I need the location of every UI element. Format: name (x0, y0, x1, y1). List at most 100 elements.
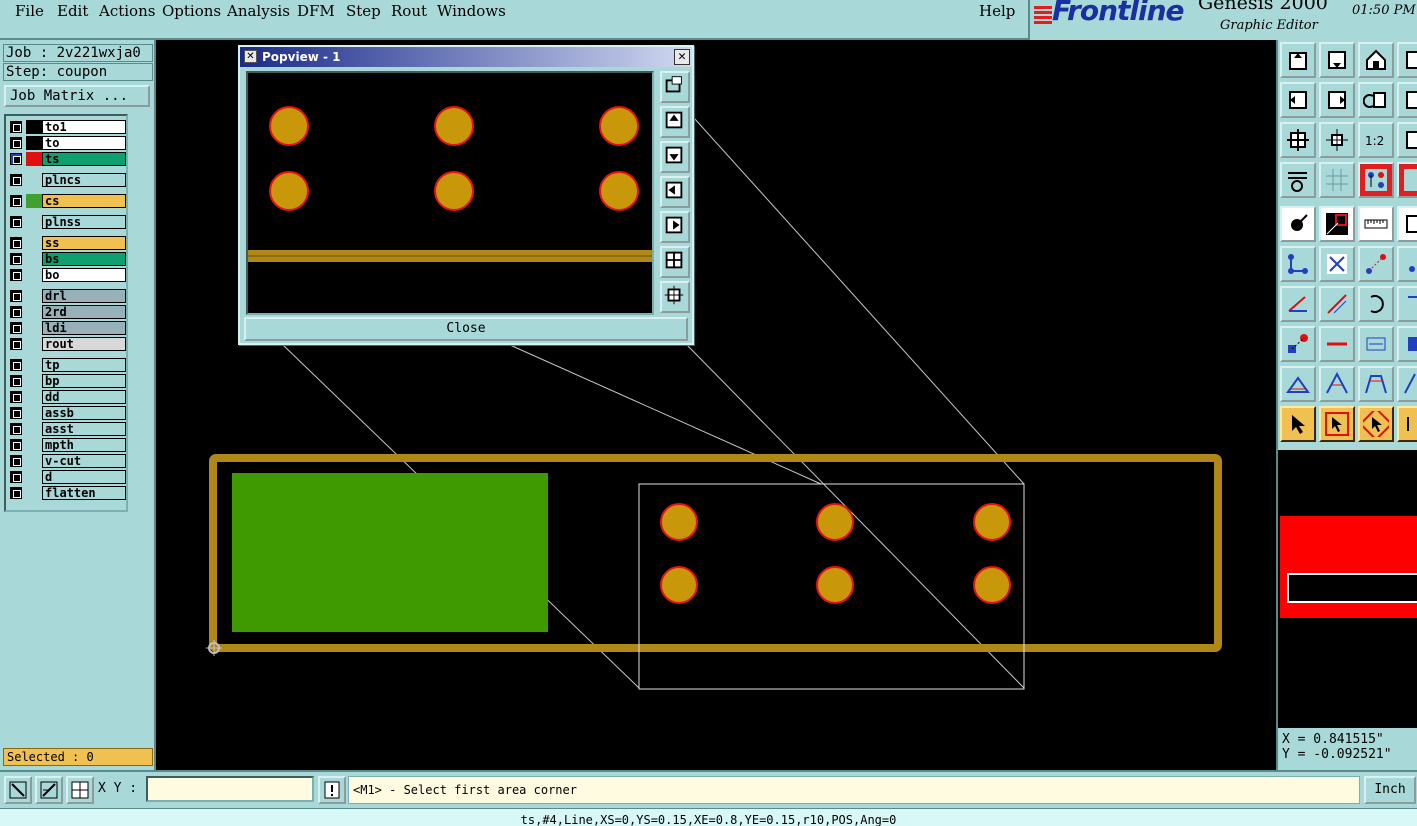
tool-arc-icon[interactable] (1358, 286, 1394, 322)
layer-checkbox[interactable] (10, 290, 22, 302)
layer-checkbox[interactable] (10, 322, 22, 334)
layer-color-swatch[interactable] (26, 438, 42, 452)
popview-close-button[interactable]: Close (244, 317, 688, 341)
tool-diag-line-icon[interactable] (1319, 286, 1355, 322)
layer-name[interactable]: bs (42, 252, 126, 266)
tool-more-icon[interactable] (1397, 42, 1417, 78)
layer-color-swatch[interactable] (26, 390, 42, 404)
layer-checkbox[interactable] (10, 306, 22, 318)
tool-cross-icon[interactable] (1319, 246, 1355, 282)
layer-row[interactable]: cs (8, 194, 126, 208)
menu-analysis[interactable]: Analysis (227, 2, 290, 20)
tool-pan-left-icon[interactable] (1280, 82, 1316, 118)
popview-close-icon[interactable]: ✕ (674, 49, 690, 65)
layer-color-swatch[interactable] (26, 358, 42, 372)
layer-name[interactable]: bp (42, 374, 126, 388)
layer-name[interactable]: dd (42, 390, 126, 404)
layer-checkbox[interactable] (10, 375, 22, 387)
layer-checkbox[interactable] (10, 174, 22, 186)
layer-name[interactable]: drl (42, 289, 126, 303)
layer-name[interactable]: bo (42, 268, 126, 282)
popview-titlebar[interactable]: ✕ Popview - 1 (240, 47, 692, 67)
layer-color-swatch[interactable] (26, 252, 42, 266)
tool-ruler-icon[interactable] (1358, 206, 1394, 242)
layer-color-swatch[interactable] (26, 337, 42, 351)
layer-color-swatch[interactable] (26, 422, 42, 436)
layer-row[interactable]: assb (8, 406, 126, 420)
layer-color-swatch[interactable] (26, 305, 42, 319)
menu-rout[interactable]: Rout (391, 2, 427, 20)
layer-row[interactable]: bs (8, 252, 126, 266)
tool-snap-icon[interactable] (1358, 162, 1394, 198)
pop-pan-up-button[interactable] (660, 106, 690, 138)
window-menu-icon[interactable]: ✕ (244, 50, 257, 63)
tool-grid-icon[interactable] (1319, 162, 1355, 198)
layer-checkbox[interactable] (10, 407, 22, 419)
menu-file[interactable]: File (15, 2, 44, 20)
layer-row[interactable]: to1 (8, 120, 126, 134)
tool-select-area-icon[interactable] (1358, 406, 1394, 442)
tool-home-top-icon[interactable] (1280, 42, 1316, 78)
units-toggle-button[interactable]: Inch (1364, 776, 1416, 804)
layer-row[interactable]: drl (8, 289, 126, 303)
tool-zoom-in-icon[interactable] (1319, 122, 1355, 158)
layer-checkbox[interactable] (10, 391, 22, 403)
layer-row[interactable]: plnss (8, 215, 126, 229)
layer-row[interactable]: d (8, 470, 126, 484)
pop-zoom-in-button[interactable] (660, 281, 690, 313)
layer-name[interactable]: ss (42, 236, 126, 250)
tool-triangle-icon[interactable] (1280, 366, 1316, 402)
tool-settings-icon[interactable] (1280, 162, 1316, 198)
layer-color-swatch[interactable] (26, 268, 42, 282)
layer-row[interactable]: plncs (8, 173, 126, 187)
layer-checkbox[interactable] (10, 423, 22, 435)
layer-color-swatch[interactable] (26, 289, 42, 303)
grid-mode-button[interactable] (66, 776, 94, 804)
layer-color-swatch[interactable] (26, 406, 42, 420)
pop-pan-down-button[interactable] (660, 141, 690, 173)
tool-measure-point-icon[interactable] (1280, 206, 1316, 242)
layer-color-swatch[interactable] (26, 215, 42, 229)
tool-zoom-fit-icon[interactable] (1280, 122, 1316, 158)
menu-step[interactable]: Step (346, 2, 381, 20)
tool-select-box-icon[interactable] (1319, 406, 1355, 442)
tool-more-icon[interactable] (1397, 82, 1417, 118)
layer-color-swatch[interactable] (26, 454, 42, 468)
layer-checkbox[interactable] (10, 121, 22, 133)
layer-checkbox[interactable] (10, 455, 22, 467)
layer-color-swatch[interactable] (26, 194, 42, 208)
layer-name[interactable]: to1 (42, 120, 126, 134)
layer-row[interactable]: ldi (8, 321, 126, 335)
layer-row[interactable]: ss (8, 236, 126, 250)
layer-row[interactable]: mpth (8, 438, 126, 452)
menu-dfm[interactable]: DFM (297, 2, 335, 20)
layer-name[interactable]: d (42, 470, 126, 484)
tool-more-icon[interactable] (1397, 206, 1417, 242)
menu-help[interactable]: Help (979, 2, 1015, 20)
tool-dimension-icon[interactable] (1358, 326, 1394, 362)
layer-row[interactable]: dd (8, 390, 126, 404)
tool-home-icon[interactable] (1358, 42, 1394, 78)
pop-pan-left-button[interactable] (660, 176, 690, 208)
layer-name[interactable]: asst (42, 422, 126, 436)
layer-checkbox[interactable] (10, 153, 22, 165)
layer-checkbox[interactable] (10, 439, 22, 451)
tool-undo-view-icon[interactable] (1358, 82, 1394, 118)
tool-pan-right-icon[interactable] (1319, 82, 1355, 118)
layer-color-swatch[interactable] (26, 470, 42, 484)
layer-color-swatch[interactable] (26, 374, 42, 388)
layer-color-swatch[interactable] (26, 173, 42, 187)
layer-checkbox[interactable] (10, 487, 22, 499)
popview-view[interactable] (246, 71, 654, 315)
layer-checkbox[interactable] (10, 338, 22, 350)
layer-checkbox[interactable] (10, 137, 22, 149)
layer-name[interactable]: mpth (42, 438, 126, 452)
tool-more-icon[interactable] (1397, 286, 1417, 322)
menu-edit[interactable]: Edit (57, 2, 88, 20)
layer-name[interactable]: ts (42, 152, 126, 166)
menu-actions[interactable]: Actions (99, 2, 155, 20)
layer-name[interactable]: rout (42, 337, 126, 351)
layer-row[interactable]: tp (8, 358, 126, 372)
layer-name[interactable]: cs (42, 194, 126, 208)
menu-options[interactable]: Options (162, 2, 221, 20)
